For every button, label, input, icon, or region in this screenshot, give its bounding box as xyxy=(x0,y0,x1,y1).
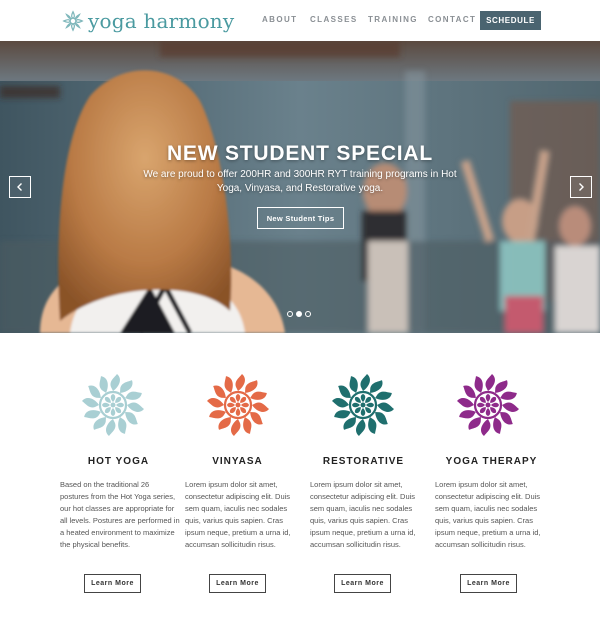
schedule-button[interactable]: SCHEDULE xyxy=(480,11,541,30)
mandala-icon xyxy=(457,374,519,436)
new-student-tips-button[interactable]: New Student Tips xyxy=(257,207,344,229)
carousel-dot-3[interactable] xyxy=(305,311,311,317)
hero-title: NEW STUDENT SPECIAL xyxy=(166,142,434,165)
hero-carousel: NEW STUDENT SPECIAL We are proud to offe… xyxy=(0,41,600,333)
class-title: RESTORATIVE xyxy=(322,456,405,467)
class-title: HOT YOGA xyxy=(87,456,150,467)
hero-subtitle: We are proud to offer 200HR and 300HR RY… xyxy=(143,169,457,194)
mandala-icon xyxy=(332,374,394,436)
lotus-logo-icon xyxy=(62,10,84,32)
mandala-icon xyxy=(82,374,144,436)
class-description: Lorem ipsum dolor sit amet, consectetur … xyxy=(310,480,416,550)
chevron-left-icon xyxy=(17,183,22,191)
learn-more-button[interactable]: Learn More xyxy=(84,574,141,593)
carousel-dot-2[interactable] xyxy=(296,311,302,317)
class-description: Based on the traditional 26 postures fro… xyxy=(60,480,180,550)
logo-word-harmony: harmony xyxy=(143,9,235,33)
mandala-icon xyxy=(207,374,269,436)
logo-word-yoga: yoga xyxy=(88,9,137,33)
class-description: Lorem ipsum dolor sit amet, consectetur … xyxy=(435,480,541,550)
carousel-dots xyxy=(287,311,311,317)
nav-contact[interactable]: CONTACT xyxy=(428,15,476,24)
carousel-dot-1[interactable] xyxy=(287,311,293,317)
class-title: VINYASA xyxy=(212,456,263,467)
nav-about[interactable]: ABOUT xyxy=(262,15,297,24)
class-title: YOGA THERAPY xyxy=(445,456,538,467)
logo-text: yoga harmony xyxy=(88,9,234,33)
nav-training[interactable]: TRAINING xyxy=(368,15,418,24)
class-description: Lorem ipsum dolor sit amet, consectetur … xyxy=(185,480,291,550)
nav-classes[interactable]: CLASSES xyxy=(310,15,358,24)
learn-more-button[interactable]: Learn More xyxy=(209,574,266,593)
site-header: yoga harmony ABOUT CLASSES TRAINING CONT… xyxy=(0,0,600,41)
logo[interactable]: yoga harmony xyxy=(62,7,234,35)
learn-more-button[interactable]: Learn More xyxy=(460,574,517,593)
learn-more-button[interactable]: Learn More xyxy=(334,574,391,593)
carousel-next-button[interactable] xyxy=(570,176,592,198)
chevron-right-icon xyxy=(579,183,584,191)
carousel-prev-button[interactable] xyxy=(9,176,31,198)
